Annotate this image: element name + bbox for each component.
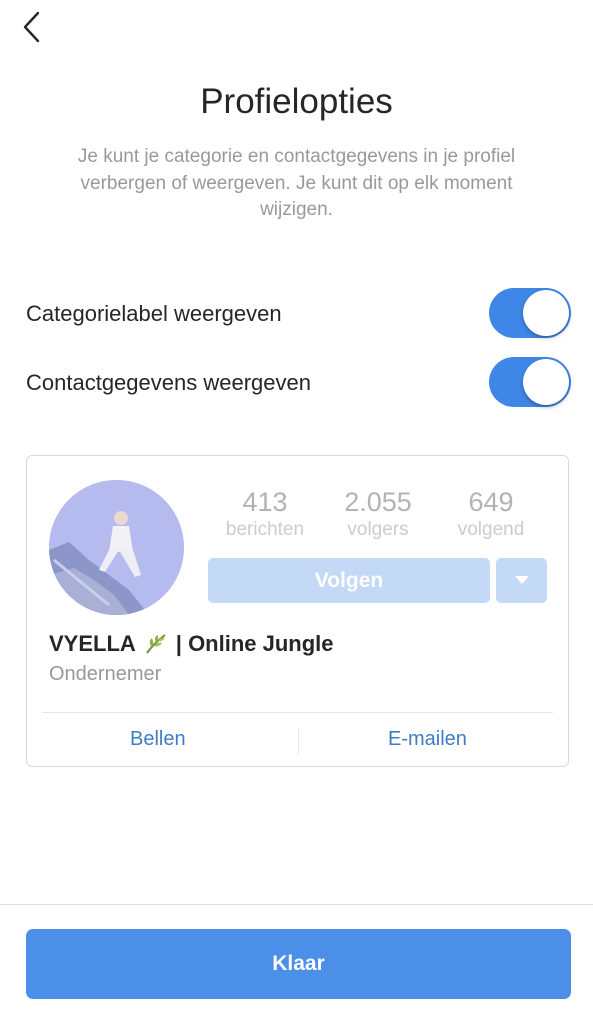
stat-following: 649 volgend [436, 486, 546, 542]
profile-name-suffix: | Online Jungle [175, 631, 334, 656]
profile-category: Ondernemer [49, 663, 162, 685]
action-separator [298, 728, 299, 754]
done-button[interactable]: Klaar [26, 929, 571, 999]
chevron-down-icon [515, 576, 529, 584]
divider [42, 712, 553, 713]
stat-label: volgers [347, 519, 409, 540]
profile-name-text: VYELLA [49, 631, 136, 656]
stat-value: 2.055 [344, 487, 412, 517]
email-button[interactable]: E-mailen [388, 728, 467, 751]
toggle-knob [523, 359, 569, 405]
toggle-knob [523, 290, 569, 336]
avatar [49, 480, 184, 615]
call-button[interactable]: Bellen [130, 728, 186, 751]
follow-button[interactable]: Volgen [208, 558, 490, 603]
stat-label: berichten [225, 519, 305, 540]
leaf-icon [144, 632, 168, 656]
stat-value: 413 [242, 487, 288, 517]
profile-preview-card: 413 berichten 2.055 volgers 649 volgend … [26, 455, 569, 767]
back-button[interactable] [18, 10, 48, 44]
stat-posts: 413 berichten [210, 486, 320, 542]
option-label-contact: Contactgegevens weergeven [26, 370, 311, 395]
follow-dropdown-button[interactable] [496, 558, 547, 603]
contact-toggle[interactable] [489, 357, 571, 407]
category-toggle[interactable] [489, 288, 571, 338]
option-row-category: Categorielabel weergeven [26, 288, 571, 340]
page-description: Je kunt je categorie en contactgegevens … [77, 146, 516, 220]
stat-followers: 2.055 volgers [323, 486, 433, 542]
footer-divider [0, 904, 593, 905]
chevron-left-icon [23, 11, 40, 43]
option-row-contact: Contactgegevens weergeven [26, 357, 571, 409]
option-label-category: Categorielabel weergeven [26, 301, 282, 326]
profile-name: VYELLA | Online Jungle [49, 631, 334, 657]
stat-label: volgend [457, 519, 525, 540]
page-title: Profielopties [200, 82, 393, 121]
profile-photo [49, 480, 184, 615]
stat-value: 649 [468, 487, 514, 517]
